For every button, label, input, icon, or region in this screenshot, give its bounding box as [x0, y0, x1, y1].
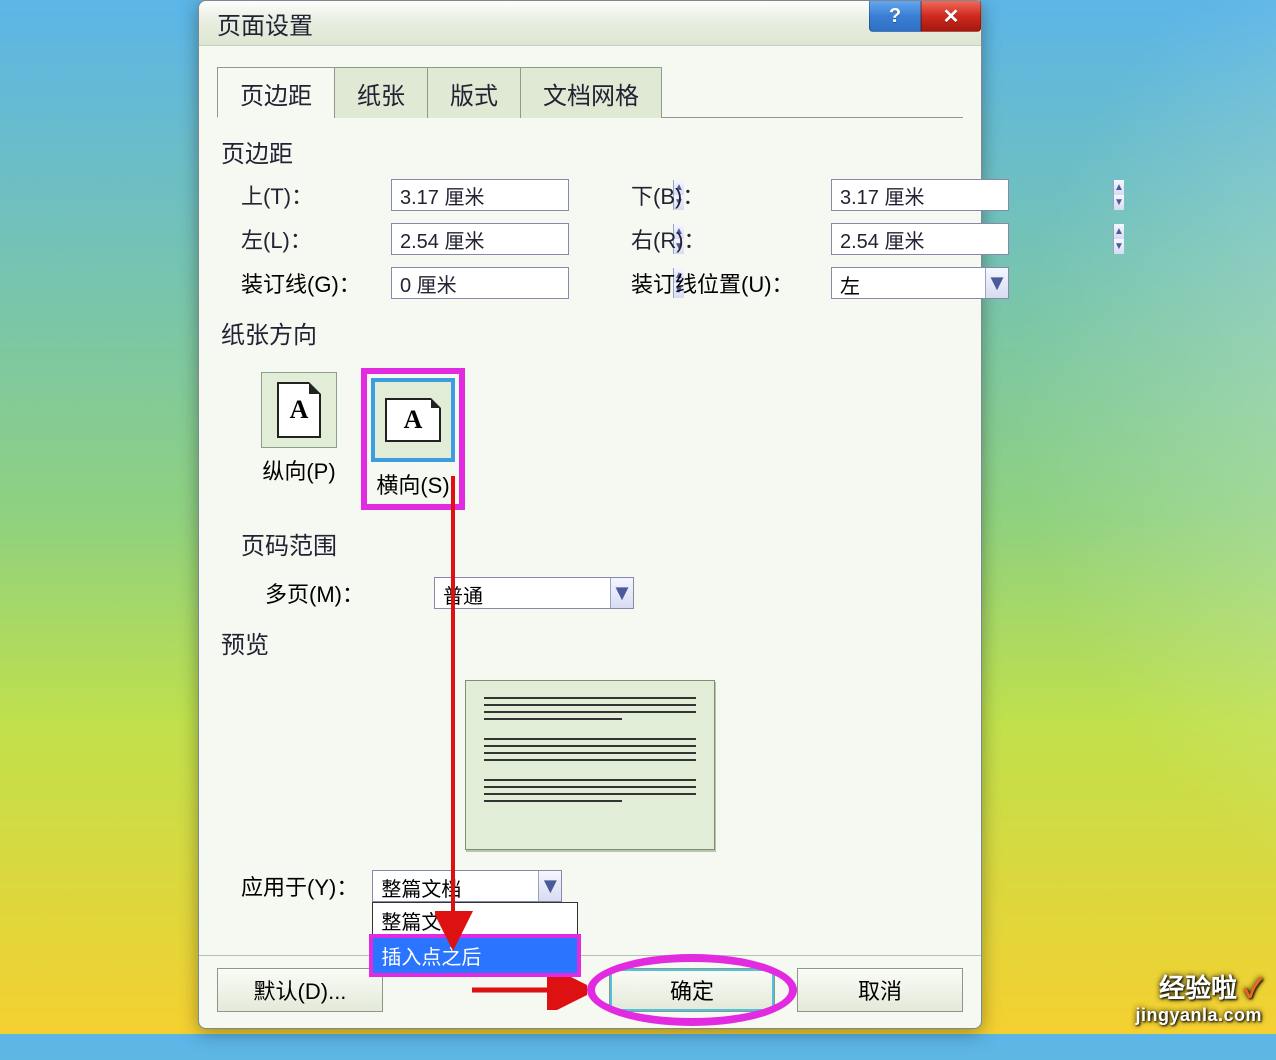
label-top: 上(T)：	[241, 179, 391, 211]
input-top[interactable]: ▲▼	[391, 179, 569, 211]
annotation-circle: 确定	[609, 968, 775, 1012]
input-bottom-field[interactable]	[832, 180, 1113, 210]
section-pagerange-title: 页码范围	[241, 526, 963, 561]
label-bottom: 下(B)：	[631, 179, 831, 211]
ok-button[interactable]: 确定	[609, 968, 775, 1012]
spinner-down-icon[interactable]: ▼	[1114, 239, 1124, 254]
label-gutter-pos: 装订线位置(U)：	[631, 267, 831, 299]
label-left: 左(L)：	[241, 223, 391, 255]
input-gutter[interactable]: ▲▼	[391, 267, 569, 299]
select-apply-to[interactable]: 整篇文档 ▼ 整篇文档 插入点之后	[372, 870, 562, 902]
input-left[interactable]: ▲▼	[391, 223, 569, 255]
chevron-down-icon[interactable]: ▼	[538, 871, 561, 901]
tab-paper[interactable]: 纸张	[334, 67, 428, 118]
help-button[interactable]: ?	[869, 1, 921, 32]
input-right[interactable]: ▲▼	[831, 223, 1009, 255]
titlebar[interactable]: 页面设置 ? ✕	[199, 1, 981, 46]
page-setup-dialog: 页面设置 ? ✕ 页边距 纸张 版式 文档网格 页边距 上(T)： ▲▼ 下(B…	[198, 0, 982, 1029]
cancel-button[interactable]: 取消	[797, 968, 963, 1012]
section-orientation-title: 纸张方向	[221, 315, 963, 350]
apply-option-whole-doc[interactable]: 整篇文档	[373, 903, 577, 938]
label-gutter: 装订线(G)：	[241, 267, 391, 299]
label-apply-to: 应用于(Y)：	[241, 870, 358, 902]
apply-option-after-point[interactable]: 插入点之后	[373, 938, 577, 973]
chevron-down-icon[interactable]: ▼	[985, 268, 1008, 298]
select-gutter-pos-value: 左	[832, 268, 985, 298]
input-bottom[interactable]: ▲▼	[831, 179, 1009, 211]
select-apply-to-value: 整篇文档	[373, 871, 538, 901]
tab-layout[interactable]: 版式	[427, 67, 521, 118]
section-preview-title: 预览	[221, 625, 963, 660]
orientation-portrait[interactable]: A 纵向(P)	[257, 368, 341, 490]
spinner-up-icon[interactable]: ▲	[1114, 224, 1124, 239]
default-button[interactable]: 默认(D)...	[217, 968, 383, 1012]
apply-to-dropdown: 整篇文档 插入点之后	[372, 902, 578, 974]
spinner-down-icon[interactable]: ▼	[1114, 195, 1124, 210]
tab-margins[interactable]: 页边距	[217, 67, 335, 118]
label-right: 右(R)：	[631, 223, 831, 255]
input-right-field[interactable]	[832, 224, 1113, 254]
dialog-title: 页面设置	[217, 6, 313, 41]
preview-page	[465, 680, 715, 850]
orientation-landscape[interactable]: A 横向(S)	[361, 368, 465, 510]
section-margins-title: 页边距	[221, 134, 963, 169]
landscape-icon: A	[371, 378, 455, 462]
close-icon: ✕	[943, 4, 960, 29]
annotation-arrow-right	[467, 970, 587, 1010]
select-multipages[interactable]: 普通 ▼	[434, 577, 634, 609]
orientation-landscape-label: 横向(S)	[376, 468, 449, 500]
orientation-portrait-label: 纵向(P)	[262, 454, 335, 486]
watermark: 经验啦 ✓ jingyanla.com	[1135, 968, 1262, 1026]
select-gutter-pos[interactable]: 左 ▼	[831, 267, 1009, 299]
select-multipages-value: 普通	[435, 578, 610, 608]
help-icon: ?	[889, 5, 901, 28]
label-multipages: 多页(M)：	[265, 577, 364, 609]
portrait-icon: A	[261, 372, 337, 448]
tab-bar: 页边距 纸张 版式 文档网格	[217, 66, 963, 118]
close-button[interactable]: ✕	[921, 1, 981, 32]
spinner-up-icon[interactable]: ▲	[1114, 180, 1124, 195]
chevron-down-icon[interactable]: ▼	[610, 578, 633, 608]
tab-grid[interactable]: 文档网格	[520, 67, 662, 118]
